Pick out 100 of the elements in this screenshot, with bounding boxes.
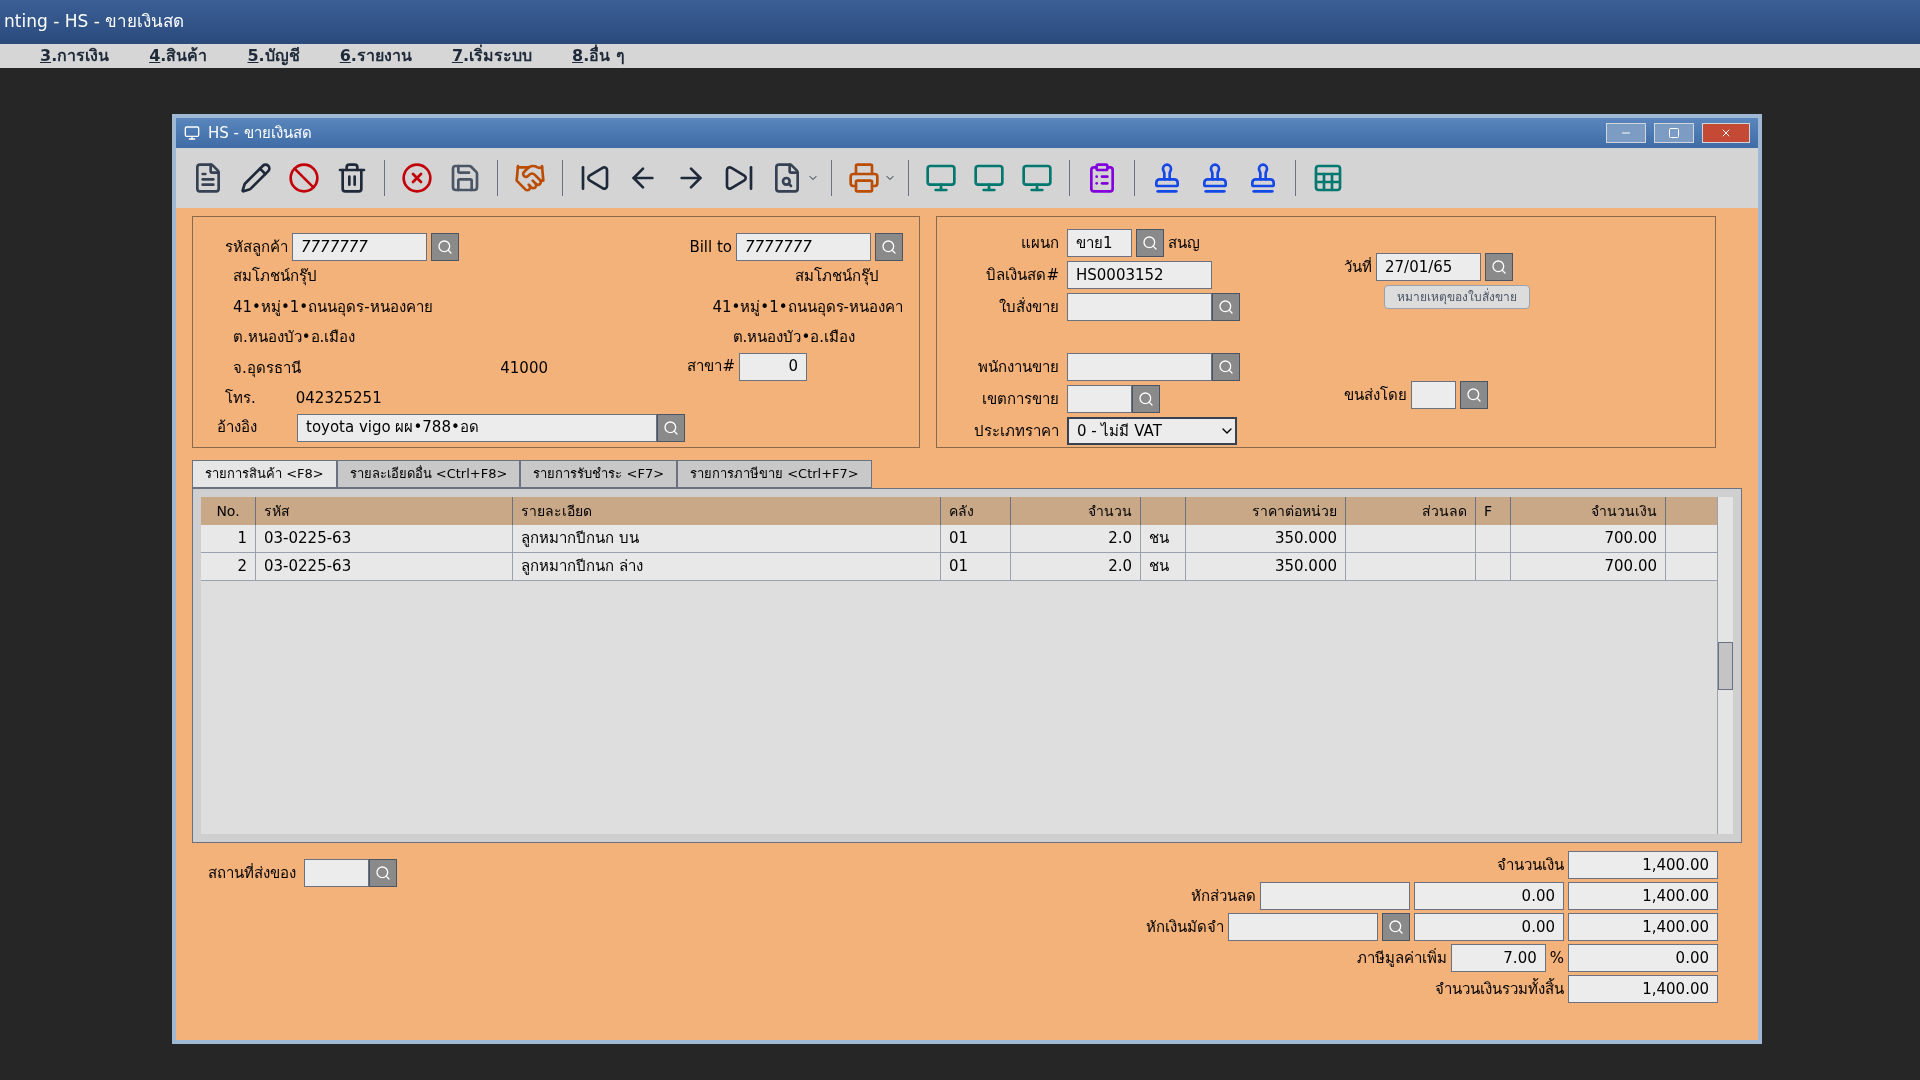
input-field[interactable]: 7.00 xyxy=(1450,944,1546,972)
input-field[interactable]: HS0003152 xyxy=(1067,261,1212,289)
menu-item[interactable]: 4.สินค้า xyxy=(149,44,208,68)
search-button[interactable] xyxy=(431,233,459,261)
table-cell: 2 xyxy=(201,553,256,580)
label: % xyxy=(1549,947,1564,969)
input-field[interactable]: toyota vigo ผผ•788•อด xyxy=(297,413,657,442)
input-field[interactable]: 0.00 xyxy=(1568,944,1718,972)
table-cell: ชน xyxy=(1141,553,1186,580)
label: พนักงานขาย xyxy=(977,356,1059,378)
input-field[interactable]: 1,400.00 xyxy=(1568,975,1718,1003)
table-cell: 03-0225-63 xyxy=(256,525,513,552)
menu-item[interactable]: 8.อื่น ๆ xyxy=(572,44,625,68)
label: สมโภชน์กรุ๊ป xyxy=(232,266,318,288)
table-cell: 1 xyxy=(201,525,256,552)
search-button[interactable] xyxy=(657,413,685,442)
tab[interactable]: รายการสินค้า <F8> xyxy=(192,460,337,488)
label: ภาษีมูลค่าเพิ่ม xyxy=(1356,947,1447,969)
input-field[interactable] xyxy=(1228,913,1378,941)
vertical-scrollbar[interactable] xyxy=(1717,497,1733,834)
label: จำนวนเงินรวมทั้งสิ้น xyxy=(1434,977,1564,1000)
menu-item[interactable]: 6.รายงาน xyxy=(339,44,412,68)
search-icon xyxy=(375,865,391,881)
search-icon xyxy=(1218,299,1234,315)
maximize-button[interactable] xyxy=(1654,123,1694,143)
menu-item[interactable]: 7.เริ่มระบบ xyxy=(451,44,533,68)
screen-icon xyxy=(973,162,1005,194)
input-field[interactable]: 0.00 xyxy=(1414,913,1564,941)
search-button[interactable] xyxy=(875,233,903,261)
search-icon xyxy=(1138,391,1154,407)
label: อ้างอิง xyxy=(217,417,257,439)
input-field[interactable]: 1,400.00 xyxy=(1568,882,1718,910)
label: จำนวนเงิน xyxy=(1496,854,1564,876)
label: หักส่วนลด xyxy=(1191,885,1256,907)
search-icon xyxy=(1491,259,1507,275)
label: เขตการขาย xyxy=(981,388,1059,410)
input-field[interactable]: 0 xyxy=(739,352,807,381)
search-button[interactable] xyxy=(1485,253,1513,281)
input-field[interactable] xyxy=(1411,381,1456,409)
window-title: HS - ขายเงินสด xyxy=(208,122,313,144)
menu-item[interactable]: 5.บัญชี xyxy=(247,44,300,68)
trash-icon xyxy=(336,162,368,194)
maximize-icon xyxy=(1668,127,1680,139)
label: รหัสลูกค้า xyxy=(225,236,288,258)
spreadsheet-icon xyxy=(1312,162,1344,194)
search-button[interactable] xyxy=(1460,381,1488,409)
label: สถานที่ส่งของ xyxy=(208,862,296,884)
label: 042325251 xyxy=(295,388,382,409)
table-cell: 700.00 xyxy=(1511,553,1666,580)
input-field[interactable]: 7777777 xyxy=(736,233,871,261)
input-field[interactable] xyxy=(1067,385,1132,413)
label: 41•หมู่•1•ถนนอุดร-หนองคา xyxy=(712,296,903,318)
input-field[interactable]: 1,400.00 xyxy=(1568,913,1718,941)
price-type-dropdown[interactable]: 0 - ไม่มี VAT xyxy=(1067,417,1237,445)
search-button[interactable] xyxy=(1132,385,1160,413)
search-button[interactable] xyxy=(1212,353,1240,381)
search-icon xyxy=(437,239,453,255)
input-field[interactable] xyxy=(1067,353,1212,381)
pencil-icon xyxy=(240,162,272,194)
search-button[interactable] xyxy=(1212,293,1240,321)
menu-item[interactable]: 3.การเงิน xyxy=(40,44,110,68)
search-icon xyxy=(1142,235,1158,251)
tab[interactable]: รายการภาษีขาย <Ctrl+F7> xyxy=(677,460,872,488)
printer-icon xyxy=(848,162,880,194)
input-field[interactable]: ขาย1 xyxy=(1067,229,1132,257)
tab[interactable]: รายการรับชำระ <F7> xyxy=(520,460,678,488)
table-cell: 01 xyxy=(941,553,1011,580)
input-field[interactable]: 0.00 xyxy=(1414,882,1564,910)
input-field[interactable]: 27/01/65 xyxy=(1376,253,1481,281)
screen-icon xyxy=(1021,162,1053,194)
cancel-icon xyxy=(401,162,433,194)
table-cell: 350.000 xyxy=(1186,553,1346,580)
order-note-button[interactable]: หมายเหตุของใบสั่งขาย xyxy=(1384,285,1530,309)
label: วันที่ xyxy=(1344,256,1372,278)
tab[interactable]: รายละเอียดอื่น <Ctrl+F8> xyxy=(336,460,521,488)
input-field[interactable]: 1,400.00 xyxy=(1568,851,1718,879)
table-cell: 350.000 xyxy=(1186,525,1346,552)
label: ขนส่งโดย xyxy=(1344,384,1407,406)
search-button[interactable] xyxy=(1136,229,1164,257)
label: หักเงินมัดจำ xyxy=(1146,916,1224,938)
save-icon xyxy=(449,162,481,194)
label: สมโภชน์กรุ๊ป xyxy=(795,266,879,288)
label: บิลเงินสด# xyxy=(985,264,1059,286)
search-icon xyxy=(1218,359,1234,375)
label: ใบสั่งขาย xyxy=(998,296,1059,318)
label: โทร. xyxy=(225,388,256,409)
input-field[interactable]: 7777777 xyxy=(292,233,427,261)
table-cell: 03-0225-63 xyxy=(256,553,513,580)
input-field[interactable] xyxy=(304,859,369,887)
table-cell: 2.0 xyxy=(1011,553,1141,580)
close-button[interactable] xyxy=(1702,123,1750,143)
search-button[interactable] xyxy=(1382,913,1410,941)
void-icon xyxy=(288,162,320,194)
search-icon xyxy=(1466,387,1482,403)
input-field[interactable] xyxy=(1067,293,1212,321)
label: สาขา# xyxy=(687,356,735,378)
search-button[interactable] xyxy=(369,859,397,887)
label: สนญ xyxy=(1168,232,1200,254)
input-field[interactable] xyxy=(1260,882,1410,910)
label: Bill to xyxy=(689,236,732,258)
